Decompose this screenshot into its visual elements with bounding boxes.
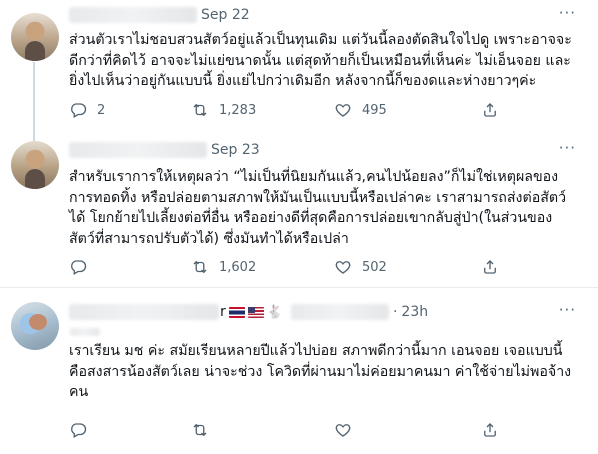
- redacted-username: [69, 304, 219, 320]
- tweet-text-line: ยิ่งไปเห็นว่าอยู่กันแบบนี้ ยิ่งแย่ไปกว่า…: [69, 73, 537, 89]
- tweet-text-line: คือสงสารน้องสัตว์เลย น่าจะช่วง โควิดที่ผ…: [69, 363, 572, 380]
- tweet-header: Sep 23: [69, 141, 260, 159]
- tweet-text-line: คน: [69, 384, 89, 400]
- more-icon[interactable]: ···: [559, 301, 576, 319]
- tweet-text-line: ส่วนตัวเราไม่ชอบสวนสัตว์อยู่แล้วเป็นทุนเ…: [69, 32, 572, 48]
- tweet-text: เราเรียน มช ค่ะ สมัยเรียนหลายปีแล้วไปบ่อ…: [69, 341, 579, 403]
- rabbit-icon: 🐇: [266, 304, 283, 320]
- tweet-text-line: สำหรับเราการให้เหตุผลว่า “ไม่เป็นที่นิยม…: [69, 169, 559, 185]
- redacted-username: [69, 7, 197, 23]
- tweet[interactable]: Sep 22 ··· ส่วนตัวเราไม่ชอบสวนสัตว์อยู่แ…: [0, 0, 598, 148]
- like-button[interactable]: 502: [334, 257, 387, 277]
- share-button[interactable]: [481, 257, 499, 277]
- redacted-username: [69, 142, 207, 158]
- separator-dot: ·: [392, 304, 398, 320]
- tweet-date[interactable]: 23h: [401, 304, 428, 320]
- retweet-button[interactable]: 1,602: [191, 257, 256, 277]
- share-icon: [484, 423, 496, 437]
- reply-icon: [71, 260, 87, 275]
- reply-button[interactable]: 2: [69, 100, 105, 120]
- like-button[interactable]: [334, 420, 362, 440]
- tweet[interactable]: r 🐇 · 23h ··· เราเรียน มช ค่ะ สมัยเรียนห…: [0, 287, 598, 454]
- display-name-suffix: r: [220, 304, 226, 320]
- retweet-icon: [193, 103, 207, 117]
- share-button[interactable]: [481, 100, 499, 120]
- tweet-actions: 1,602 502: [69, 257, 569, 277]
- like-button[interactable]: 495: [334, 100, 387, 120]
- retweet-button[interactable]: 1,283: [191, 100, 256, 120]
- tweet-text-line: เราเรียน มช ค่ะ สมัยเรียนหลายปีแล้วไปบ่อ…: [69, 343, 563, 359]
- share-button[interactable]: [481, 420, 499, 440]
- retweet-count: 1,283: [219, 102, 257, 118]
- redacted-handle: [290, 304, 389, 320]
- tweet-actions: 2 1,283 495: [69, 100, 569, 120]
- avatar[interactable]: [11, 302, 59, 350]
- tweet-text-line: สัตว์ที่สามารถปรับตัวได้) ซึ่งมันทำได้หร…: [69, 230, 349, 247]
- like-count: 502: [362, 259, 387, 275]
- reply-icon: [71, 103, 87, 118]
- tweet-text: ส่วนตัวเราไม่ชอบสวนสัตว์อยู่แล้วเป็นทุนเ…: [69, 30, 579, 92]
- tweet-header: Sep 22: [69, 6, 250, 24]
- like-icon: [335, 261, 351, 274]
- reply-button[interactable]: [69, 257, 97, 277]
- tweet-text-line: ดีกว่าที่คิดไว้ อาจจะไม่แย่ขนาดนั้น แต่ส…: [69, 52, 571, 69]
- more-icon[interactable]: ···: [559, 4, 576, 22]
- like-count: 495: [362, 102, 387, 118]
- avatar[interactable]: [11, 141, 59, 189]
- tweet[interactable]: Sep 23 ··· สำหรับเราการให้เหตุผลว่า “ไม่…: [0, 135, 598, 287]
- redacted-reply-context: [70, 328, 100, 336]
- like-icon: [335, 424, 351, 437]
- tweet-text-line: ได้ โยกย้ายไปเลี้ยงต่อที่อื่น หรืออย่างด…: [69, 210, 553, 226]
- retweet-icon: [193, 423, 207, 437]
- more-icon[interactable]: ···: [559, 139, 576, 157]
- name-emojis: 🐇: [228, 304, 283, 320]
- avatar[interactable]: [11, 13, 59, 61]
- reply-button[interactable]: [69, 420, 97, 440]
- like-icon: [335, 104, 351, 117]
- tweet-date[interactable]: Sep 22: [201, 7, 250, 23]
- reply-count: 2: [97, 102, 106, 118]
- flag-thailand-icon: [228, 306, 245, 318]
- share-icon: [484, 260, 496, 274]
- retweet-count: 1,602: [219, 259, 257, 275]
- tweet-actions: [69, 420, 569, 440]
- reply-icon: [71, 423, 87, 438]
- share-icon: [484, 103, 496, 117]
- tweet-text-line: การทอดทิ้ง หรือปล่อยตามสภาพให้มันเป็นแบบ…: [69, 189, 567, 206]
- flag-usa-icon: [247, 306, 264, 318]
- tweet-header: r 🐇 · 23h: [69, 303, 428, 321]
- tweet-text: สำหรับเราการให้เหตุผลว่า “ไม่เป็นที่นิยม…: [69, 167, 579, 249]
- retweet-icon: [193, 260, 207, 274]
- tweet-date[interactable]: Sep 23: [211, 142, 260, 158]
- retweet-button[interactable]: [191, 420, 219, 440]
